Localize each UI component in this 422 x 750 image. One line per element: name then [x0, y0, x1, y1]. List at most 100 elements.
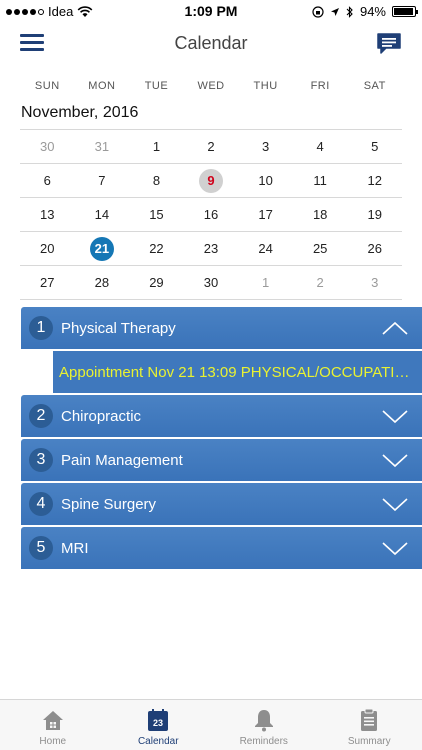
calendar-day[interactable]: 23: [184, 232, 239, 265]
category-label: Spine Surgery: [61, 495, 157, 513]
calendar-day[interactable]: 18: [293, 198, 348, 231]
category-header[interactable]: 3 Pain Management: [21, 439, 422, 483]
calendar-day-selected[interactable]: 21: [75, 232, 130, 265]
calendar-day-number: 28: [94, 275, 110, 290]
calendar-day[interactable]: 22: [129, 232, 184, 265]
orientation-lock-icon: [312, 5, 324, 18]
calendar-day[interactable]: 30: [184, 266, 239, 299]
calendar-day[interactable]: 20: [20, 232, 75, 265]
calendar-day-number: 26: [367, 241, 382, 256]
calendar-day-number: 21: [89, 236, 114, 261]
calendar-day-number: 17: [258, 207, 273, 222]
bluetooth-icon: [346, 5, 353, 18]
calendar-day-number: 12: [367, 173, 382, 188]
message-button[interactable]: [376, 32, 402, 56]
calendar-week-row: 27 28 29 30 1 2 3: [20, 266, 402, 300]
weekday-label: THU: [253, 80, 278, 92]
calendar-day-number: 3: [371, 275, 379, 290]
calendar-day[interactable]: 11: [293, 164, 348, 197]
calendar-day-number: 13: [40, 207, 55, 222]
weekday-label: SUN: [34, 80, 60, 92]
tab-summary[interactable]: Summary: [317, 700, 422, 750]
calendar-day-number: 8: [152, 173, 161, 188]
category-label: Chiropractic: [61, 407, 142, 425]
calendar-day[interactable]: 2: [293, 266, 348, 299]
calendar-day-number: 19: [367, 207, 382, 222]
calendar-week-row: 20 21 22 23 24 25 26: [20, 232, 402, 266]
appointment-text: Appointment Nov 21 13:09 PHYSICAL/OCCUPA…: [59, 363, 415, 381]
calendar-day[interactable]: 15: [129, 198, 184, 231]
weekday-header: SUN MON TUE WED THU FRI SAT: [20, 80, 402, 92]
calendar-day-number: 11: [313, 173, 327, 188]
calendar-day[interactable]: 27: [20, 266, 75, 299]
calendar-day[interactable]: 6: [20, 164, 75, 197]
calendar-day[interactable]: 25: [293, 232, 348, 265]
calendar-week-row: 30 31 1 2 3 4 5: [20, 130, 402, 164]
tab-bar: Home 23 Calendar Reminders Summary: [0, 699, 422, 750]
calendar-day-number: 23: [203, 241, 219, 256]
calendar-day-today[interactable]: 9: [184, 164, 239, 197]
calendar-day-number: 4: [316, 139, 324, 154]
clipboard-icon: [361, 708, 378, 731]
category-header[interactable]: 1 Physical Therapy: [21, 307, 422, 351]
weekday-label: TUE: [144, 80, 169, 92]
calendar-day[interactable]: 7: [75, 164, 130, 197]
tab-home[interactable]: Home: [0, 700, 106, 750]
weekday-label: MON: [88, 80, 116, 92]
calendar-day-number: 16: [203, 207, 219, 222]
calendar-day[interactable]: 12: [347, 164, 402, 197]
tab-home-label: Home: [39, 736, 67, 747]
calendar-day-number: 5: [371, 139, 379, 154]
calendar-day-number: 3: [261, 139, 270, 154]
category-header[interactable]: 5 MRI: [21, 527, 422, 571]
calendar-day[interactable]: 3: [347, 266, 402, 299]
calendar-day[interactable]: 28: [75, 266, 130, 299]
calendar-day-number: 24: [258, 241, 273, 256]
calendar-day-number: 10: [258, 173, 273, 188]
calendar-day[interactable]: 1: [129, 130, 184, 163]
tab-reminders-label: Reminders: [239, 736, 288, 747]
calendar-day[interactable]: 8: [129, 164, 184, 197]
calendar-day-number: 20: [40, 241, 55, 256]
calendar-day-number: 6: [43, 173, 51, 188]
calendar-day[interactable]: 3: [238, 130, 293, 163]
category-label: MRI: [61, 539, 89, 557]
calendar-day[interactable]: 10: [238, 164, 293, 197]
category-number-badge: 4: [29, 492, 53, 516]
tab-reminders[interactable]: Reminders: [211, 700, 317, 750]
calendar-day[interactable]: 2: [184, 130, 239, 163]
category-number-badge: 5: [29, 536, 53, 560]
calendar-day[interactable]: 29: [129, 266, 184, 299]
bell-icon: [254, 710, 273, 732]
category-accordion: 1 Physical Therapy Appointment Nov 21 13:0…: [21, 307, 422, 571]
location-icon: [330, 7, 339, 16]
tab-calendar[interactable]: 23 Calendar: [106, 700, 212, 750]
calendar-day[interactable]: 24: [238, 232, 293, 265]
appointment-item[interactable]: Appointment Nov 21 13:09 PHYSICAL/OCCUPA…: [53, 351, 422, 395]
calendar-day[interactable]: 1: [238, 266, 293, 299]
calendar-day[interactable]: 14: [75, 198, 130, 231]
calendar-day[interactable]: 17: [238, 198, 293, 231]
calendar-day[interactable]: 13: [20, 198, 75, 231]
tab-calendar-label: Calendar: [137, 736, 179, 747]
calendar-day-number: 2: [316, 275, 324, 290]
calendar-day-number: 15: [149, 207, 164, 222]
chevron-down-icon: [382, 410, 408, 424]
calendar-day-number: 9: [199, 168, 224, 193]
home-icon: [42, 711, 63, 730]
calendar-day-number: 2: [207, 139, 215, 154]
calendar-day[interactable]: 5: [347, 130, 402, 163]
calendar-day[interactable]: 19: [347, 198, 402, 231]
calendar-day[interactable]: 31: [75, 130, 130, 163]
page-title: Calendar: [174, 33, 248, 53]
calendar-week-row: 6 7 8 9 10 11 12: [20, 164, 402, 198]
calendar-day[interactable]: 30: [20, 130, 75, 163]
calendar-day-number: 18: [312, 207, 328, 222]
chevron-up-icon: [382, 321, 408, 335]
category-header[interactable]: 2 Chiropractic: [21, 395, 422, 439]
calendar-day[interactable]: 4: [293, 130, 348, 163]
calendar-day[interactable]: 26: [347, 232, 402, 265]
calendar-day[interactable]: 16: [184, 198, 239, 231]
category-header[interactable]: 4 Spine Surgery: [21, 483, 422, 527]
calendar-day-number: 31: [94, 139, 110, 154]
